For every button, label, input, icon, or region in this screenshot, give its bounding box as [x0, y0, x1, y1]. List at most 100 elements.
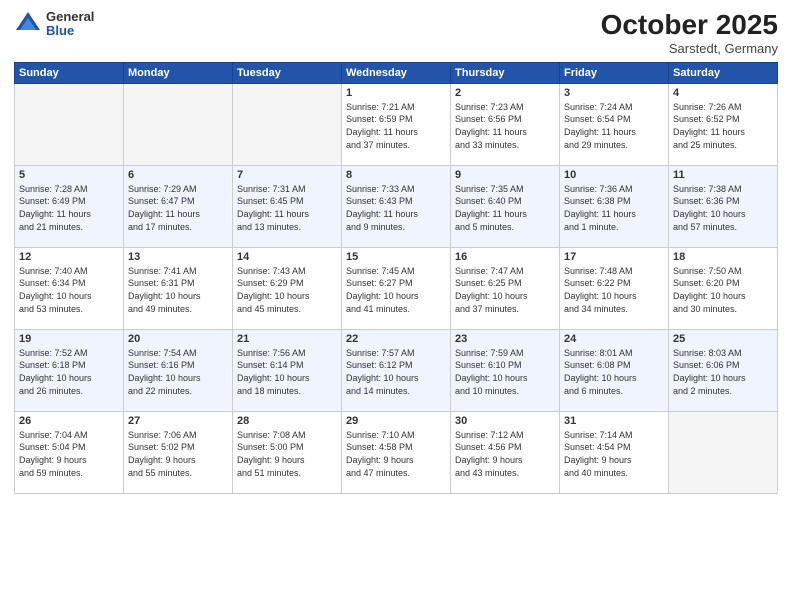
table-row: 16 Sunrise: 7:47 AM Sunset: 6:25 PM Dayli…	[451, 247, 560, 329]
day-number: 23	[455, 333, 555, 345]
day-info: Sunrise: 7:29 AM Sunset: 6:47 PM Dayligh…	[128, 183, 228, 233]
table-row: 29 Sunrise: 7:10 AM Sunset: 4:58 PM Dayli…	[342, 411, 451, 493]
location-subtitle: Sarstedt, Germany	[601, 41, 778, 56]
logo-text: General Blue	[46, 10, 94, 39]
day-info: Sunrise: 7:47 AM Sunset: 6:25 PM Dayligh…	[455, 265, 555, 315]
calendar-header-row: Sunday Monday Tuesday Wednesday Thursday…	[15, 62, 778, 83]
col-tuesday: Tuesday	[233, 62, 342, 83]
day-number: 22	[346, 333, 446, 345]
col-friday: Friday	[560, 62, 669, 83]
day-info: Sunrise: 7:24 AM Sunset: 6:54 PM Dayligh…	[564, 101, 664, 151]
logo-icon	[14, 10, 42, 38]
page-container: General Blue October 2025 Sarstedt, Germ…	[0, 0, 792, 612]
day-info: Sunrise: 7:33 AM Sunset: 6:43 PM Dayligh…	[346, 183, 446, 233]
day-number: 5	[19, 169, 119, 181]
day-number: 7	[237, 169, 337, 181]
day-info: Sunrise: 7:26 AM Sunset: 6:52 PM Dayligh…	[673, 101, 773, 151]
day-info: Sunrise: 7:21 AM Sunset: 6:59 PM Dayligh…	[346, 101, 446, 151]
table-row: 2 Sunrise: 7:23 AM Sunset: 6:56 PM Daylig…	[451, 83, 560, 165]
table-row: 15Sunrise: 7:45 AM Sunset: 6:27 PM Dayli…	[342, 247, 451, 329]
day-number: 28	[237, 415, 337, 427]
table-row: 9 Sunrise: 7:35 AM Sunset: 6:40 PM Daylig…	[451, 165, 560, 247]
day-info: Sunrise: 7:36 AM Sunset: 6:38 PM Dayligh…	[564, 183, 664, 233]
day-number: 17	[564, 251, 664, 263]
day-number: 16	[455, 251, 555, 263]
day-number: 1	[346, 87, 446, 99]
table-row: 26 Sunrise: 7:04 AM Sunset: 5:04 PM Dayli…	[15, 411, 124, 493]
day-number: 29	[346, 415, 446, 427]
day-number: 26	[19, 415, 119, 427]
logo-general-text: General	[46, 10, 94, 24]
day-info: Sunrise: 7:06 AM Sunset: 5:02 PM Dayligh…	[128, 429, 228, 479]
day-info: Sunrise: 7:54 AM Sunset: 6:16 PM Dayligh…	[128, 347, 228, 397]
table-row: 10Sunrise: 7:36 AM Sunset: 6:38 PM Dayli…	[560, 165, 669, 247]
table-row: 7 Sunrise: 7:31 AM Sunset: 6:45 PM Daylig…	[233, 165, 342, 247]
day-number: 9	[455, 169, 555, 181]
calendar-week-row: 19 Sunrise: 7:52 AM Sunset: 6:18 PM Dayli…	[15, 329, 778, 411]
table-row: 19 Sunrise: 7:52 AM Sunset: 6:18 PM Dayli…	[15, 329, 124, 411]
table-row: 28 Sunrise: 7:08 AM Sunset: 5:00 PM Dayli…	[233, 411, 342, 493]
day-number: 14	[237, 251, 337, 263]
table-row: 30 Sunrise: 7:12 AM Sunset: 4:56 PM Dayli…	[451, 411, 560, 493]
calendar-week-row: 12Sunrise: 7:40 AM Sunset: 6:34 PM Dayli…	[15, 247, 778, 329]
table-row: 6 Sunrise: 7:29 AM Sunset: 6:47 PM Daylig…	[124, 165, 233, 247]
table-row: 17 Sunrise: 7:48 AM Sunset: 6:22 PM Dayli…	[560, 247, 669, 329]
day-number: 30	[455, 415, 555, 427]
day-number: 24	[564, 333, 664, 345]
table-row: 11 Sunrise: 7:38 AM Sunset: 6:36 PM Dayli…	[669, 165, 778, 247]
month-title: October 2025	[601, 10, 778, 41]
day-number: 21	[237, 333, 337, 345]
table-row: 22Sunrise: 7:57 AM Sunset: 6:12 PM Dayli…	[342, 329, 451, 411]
col-sunday: Sunday	[15, 62, 124, 83]
day-number: 19	[19, 333, 119, 345]
day-info: Sunrise: 7:35 AM Sunset: 6:40 PM Dayligh…	[455, 183, 555, 233]
col-monday: Monday	[124, 62, 233, 83]
day-number: 2	[455, 87, 555, 99]
table-row	[15, 83, 124, 165]
table-row: 5 Sunrise: 7:28 AM Sunset: 6:49 PM Daylig…	[15, 165, 124, 247]
day-info: Sunrise: 7:40 AM Sunset: 6:34 PM Dayligh…	[19, 265, 119, 315]
day-info: Sunrise: 7:28 AM Sunset: 6:49 PM Dayligh…	[19, 183, 119, 233]
col-wednesday: Wednesday	[342, 62, 451, 83]
table-row: 24 Sunrise: 8:01 AM Sunset: 6:08 PM Dayli…	[560, 329, 669, 411]
table-row: 21Sunrise: 7:56 AM Sunset: 6:14 PM Dayli…	[233, 329, 342, 411]
day-number: 11	[673, 169, 773, 181]
logo-blue-text: Blue	[46, 24, 94, 38]
day-info: Sunrise: 8:03 AM Sunset: 6:06 PM Dayligh…	[673, 347, 773, 397]
table-row: 20 Sunrise: 7:54 AM Sunset: 6:16 PM Dayli…	[124, 329, 233, 411]
header: General Blue October 2025 Sarstedt, Germ…	[14, 10, 778, 56]
day-info: Sunrise: 7:38 AM Sunset: 6:36 PM Dayligh…	[673, 183, 773, 233]
title-block: October 2025 Sarstedt, Germany	[601, 10, 778, 56]
table-row: 25Sunrise: 8:03 AM Sunset: 6:06 PM Dayli…	[669, 329, 778, 411]
day-info: Sunrise: 7:14 AM Sunset: 4:54 PM Dayligh…	[564, 429, 664, 479]
day-info: Sunrise: 7:45 AM Sunset: 6:27 PM Dayligh…	[346, 265, 446, 315]
day-info: Sunrise: 7:43 AM Sunset: 6:29 PM Dayligh…	[237, 265, 337, 315]
table-row: 13Sunrise: 7:41 AM Sunset: 6:31 PM Dayli…	[124, 247, 233, 329]
day-number: 6	[128, 169, 228, 181]
day-info: Sunrise: 7:10 AM Sunset: 4:58 PM Dayligh…	[346, 429, 446, 479]
table-row: 8 Sunrise: 7:33 AM Sunset: 6:43 PM Daylig…	[342, 165, 451, 247]
calendar-table: Sunday Monday Tuesday Wednesday Thursday…	[14, 62, 778, 494]
table-row: 23Sunrise: 7:59 AM Sunset: 6:10 PM Dayli…	[451, 329, 560, 411]
day-number: 18	[673, 251, 773, 263]
table-row	[233, 83, 342, 165]
table-row	[124, 83, 233, 165]
day-number: 20	[128, 333, 228, 345]
table-row	[669, 411, 778, 493]
calendar-week-row: 26 Sunrise: 7:04 AM Sunset: 5:04 PM Dayli…	[15, 411, 778, 493]
day-number: 13	[128, 251, 228, 263]
day-number: 31	[564, 415, 664, 427]
day-number: 8	[346, 169, 446, 181]
day-info: Sunrise: 7:31 AM Sunset: 6:45 PM Dayligh…	[237, 183, 337, 233]
table-row: 3Sunrise: 7:24 AM Sunset: 6:54 PM Daylig…	[560, 83, 669, 165]
day-info: Sunrise: 7:08 AM Sunset: 5:00 PM Dayligh…	[237, 429, 337, 479]
table-row: 12Sunrise: 7:40 AM Sunset: 6:34 PM Dayli…	[15, 247, 124, 329]
day-info: Sunrise: 7:04 AM Sunset: 5:04 PM Dayligh…	[19, 429, 119, 479]
day-info: Sunrise: 7:48 AM Sunset: 6:22 PM Dayligh…	[564, 265, 664, 315]
day-info: Sunrise: 7:52 AM Sunset: 6:18 PM Dayligh…	[19, 347, 119, 397]
day-info: Sunrise: 7:12 AM Sunset: 4:56 PM Dayligh…	[455, 429, 555, 479]
day-info: Sunrise: 8:01 AM Sunset: 6:08 PM Dayligh…	[564, 347, 664, 397]
day-info: Sunrise: 7:50 AM Sunset: 6:20 PM Dayligh…	[673, 265, 773, 315]
day-info: Sunrise: 7:23 AM Sunset: 6:56 PM Dayligh…	[455, 101, 555, 151]
col-saturday: Saturday	[669, 62, 778, 83]
